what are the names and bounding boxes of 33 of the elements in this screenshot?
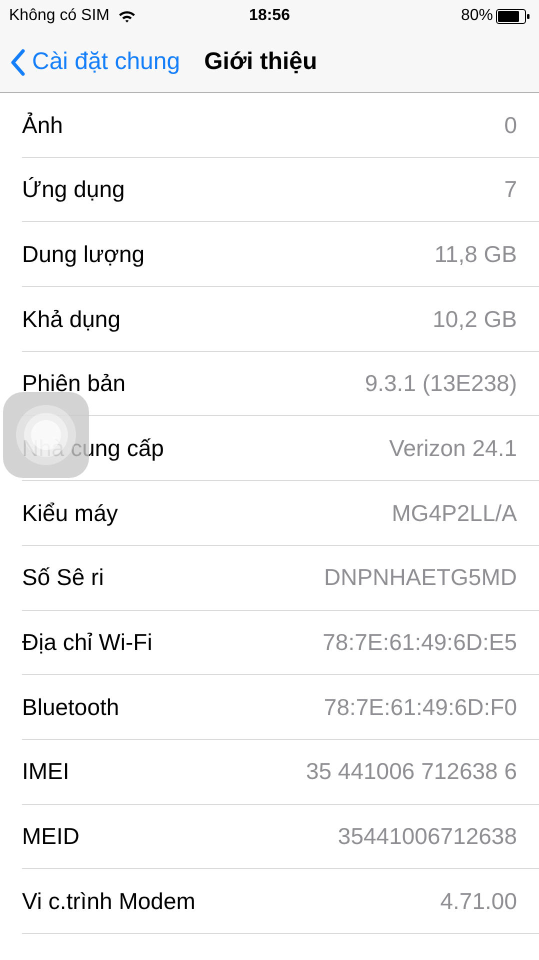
chevron-left-icon <box>10 48 26 76</box>
row-label: Kiểu máy <box>22 498 118 528</box>
row-label: Phiên bản <box>22 369 126 398</box>
row-value: 7 <box>504 175 517 204</box>
row-label: Khả dụng <box>22 304 120 334</box>
row-value: 0 <box>504 110 517 140</box>
row-value: 4.71.00 <box>440 886 517 916</box>
row-label: Bluetooth <box>22 692 120 722</box>
row-value: 9.3.1 (13E238) <box>364 369 517 398</box>
row-label: Số Sê ri <box>22 563 104 592</box>
row-label: IMEI <box>22 757 70 786</box>
row-value: MG4P2LL/A <box>392 498 517 528</box>
row-label: MEID <box>22 822 80 852</box>
row-value: 10,2 GB <box>432 304 517 334</box>
wifi-icon <box>118 10 136 22</box>
battery-icon <box>496 8 530 24</box>
time-label: 18:56 <box>249 6 290 26</box>
row-value: 35 441006 712638 6 <box>306 757 517 786</box>
row-label: Ứng dụng <box>22 175 125 204</box>
battery-label: 80% <box>460 6 493 26</box>
row-label: Dung lượng <box>22 240 145 269</box>
row-value: 11,8 GB <box>434 240 517 269</box>
row-value: 78:7E:61:49:6D:F0 <box>324 692 517 722</box>
carrier-label: Không có SIM <box>9 6 110 26</box>
row-label: Vi c.trình Modem <box>22 886 196 916</box>
back-button[interactable]: Cài đặt chung <box>10 44 180 80</box>
row-label: Ảnh <box>22 110 63 140</box>
row-value: DNPNHAETG5MD <box>324 563 517 592</box>
page-title: Giới thiệu <box>204 47 318 77</box>
row-value: 35441006712638 <box>338 822 517 852</box>
row-value: Verizon 24.1 <box>389 434 517 464</box>
row-value: 78:7E:61:49:6D:E5 <box>322 628 517 658</box>
row-label: Địa chỉ Wi-Fi <box>22 628 152 658</box>
